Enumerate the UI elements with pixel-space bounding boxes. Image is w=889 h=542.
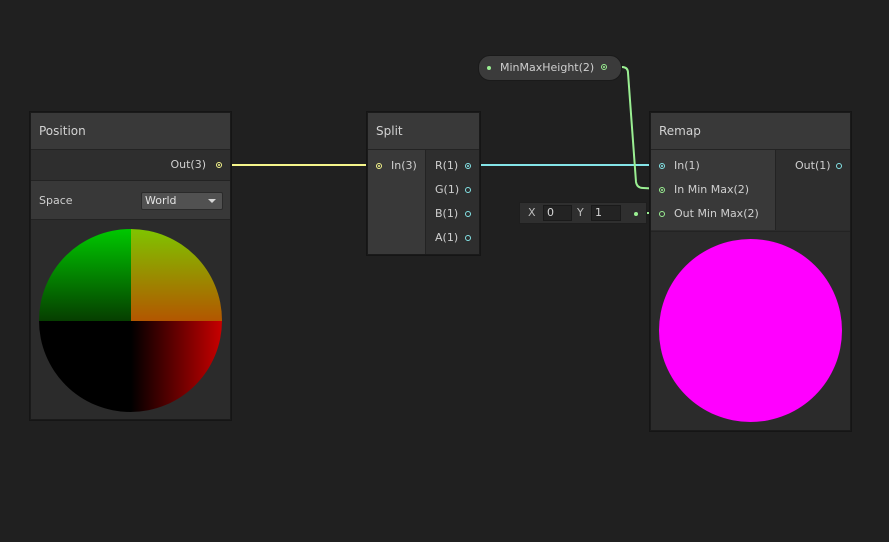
split-out-g-port-icon[interactable] <box>465 187 471 193</box>
chevron-down-icon <box>208 199 216 203</box>
position-output-row: Out(3) <box>31 150 230 181</box>
property-left-dot <box>487 66 491 70</box>
property-label: MinMaxHeight(2) <box>500 61 595 74</box>
split-out-b-port-icon[interactable] <box>465 211 471 217</box>
split-out-b-label: B(1) <box>435 207 459 220</box>
split-out-r-port-icon[interactable] <box>465 163 471 169</box>
inline-y-label: Y <box>577 206 584 219</box>
remap-out-port-icon[interactable] <box>836 163 842 169</box>
remap-in-port-icon[interactable] <box>659 163 665 169</box>
split-node-title[interactable]: Split <box>368 113 479 150</box>
minmaxheight-property-node[interactable]: MinMaxHeight(2) <box>478 55 622 81</box>
inline-x-value: 0 <box>547 206 554 219</box>
split-in-port-label: In(3) <box>391 159 417 172</box>
remap-inputs-column: In(1) In Min Max(2) Out Min Max(2) <box>651 150 775 230</box>
space-dropdown-value: World <box>145 194 177 207</box>
remap-preview-area <box>651 231 850 430</box>
position-out-port-icon[interactable] <box>216 162 222 168</box>
remap-preview <box>659 239 842 422</box>
remap-out-label: Out(1) <box>795 159 831 172</box>
split-outputs-column: R(1) G(1) B(1) A(1) <box>425 150 479 254</box>
split-out-a-label: A(1) <box>435 231 459 244</box>
split-in-port-icon[interactable] <box>376 163 382 169</box>
split-out-a-port-icon[interactable] <box>465 235 471 241</box>
inline-x-label: X <box>528 206 536 219</box>
position-node[interactable]: Position Out(3) Space World <box>30 112 231 420</box>
inline-y-input[interactable]: 1 <box>591 205 621 221</box>
preview-quadrant-bottom-right <box>130 320 222 412</box>
split-out-g-label: G(1) <box>435 183 460 196</box>
split-node[interactable]: Split In(3) R(1) G(1) B(1) A(1) <box>367 112 480 255</box>
remap-out-min-max-port-icon[interactable] <box>659 211 665 217</box>
position-out-port-label: Out(3) <box>170 158 206 171</box>
remap-node-title[interactable]: Remap <box>651 113 850 150</box>
space-label: Space <box>39 194 73 207</box>
position-preview <box>39 229 222 412</box>
split-inputs-column: In(3) <box>368 150 425 254</box>
position-node-title[interactable]: Position <box>31 113 230 150</box>
space-row: Space World <box>31 181 230 220</box>
remap-in-min-max-label: In Min Max(2) <box>674 183 750 196</box>
preview-quadrant-bottom-left <box>39 320 131 412</box>
inline-x-input[interactable]: 0 <box>543 205 572 221</box>
preview-quadrant-top-left <box>39 229 131 321</box>
remap-in-label: In(1) <box>674 159 700 172</box>
remap-out-min-max-label: Out Min Max(2) <box>674 207 759 220</box>
property-out-port-icon[interactable] <box>601 64 607 70</box>
preview-quadrant-top-right <box>130 229 222 321</box>
inline-out-dot <box>634 212 638 216</box>
remap-node[interactable]: Remap In(1) In Min Max(2) Out Min Max(2)… <box>650 112 851 431</box>
remap-outputs-column: Out(1) <box>775 150 850 230</box>
out-min-max-inline-field: X 0 Y 1 <box>519 202 647 224</box>
inline-y-value: 1 <box>595 206 602 219</box>
split-out-r-label: R(1) <box>435 159 459 172</box>
remap-in-min-max-port-icon[interactable] <box>659 187 665 193</box>
space-dropdown[interactable]: World <box>141 192 223 210</box>
